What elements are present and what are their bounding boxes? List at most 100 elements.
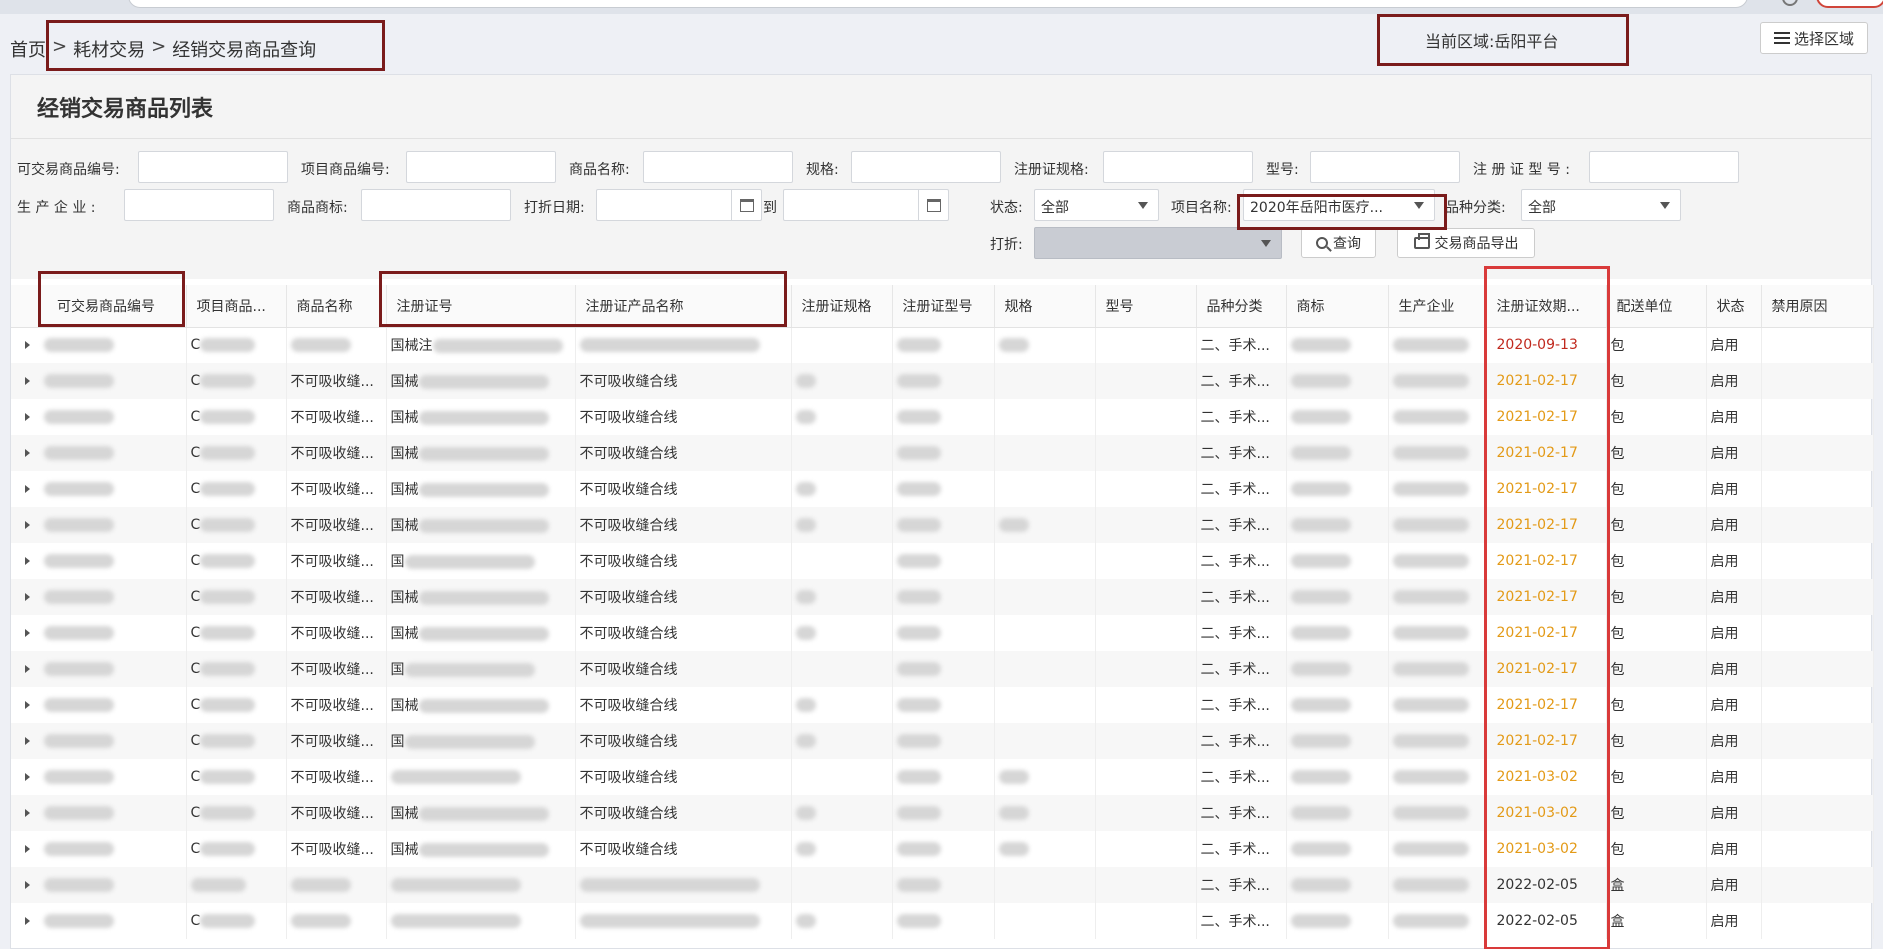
table-row[interactable]: C 不可吸收缝... 国械 不可吸收缝合线 二、手术... 2021-02-17 包 启用 bbox=[11, 471, 1874, 507]
expand-row-icon[interactable] bbox=[25, 845, 30, 853]
date-end-input[interactable] bbox=[783, 189, 949, 221]
cell-tradable-code[interactable] bbox=[11, 615, 187, 651]
cell-tradable-code[interactable] bbox=[11, 687, 187, 723]
col-delivery-unit[interactable]: 配送单位 bbox=[1606, 285, 1707, 328]
model-input[interactable] bbox=[1310, 151, 1460, 183]
spec-input[interactable] bbox=[851, 151, 1001, 183]
col-cert-product-name[interactable]: 注册证产品名称 bbox=[575, 285, 792, 328]
col-cert-no[interactable]: 注册证号 bbox=[386, 285, 576, 328]
expand-row-icon[interactable] bbox=[25, 557, 30, 565]
col-tradable-code[interactable]: 可交易商品编号 bbox=[11, 285, 187, 328]
expand-row-icon[interactable] bbox=[25, 737, 30, 745]
export-button[interactable]: 交易商品导出 bbox=[1397, 228, 1535, 258]
table-row[interactable]: C 不可吸收缝... 国械 不可吸收缝合线 二、手术... 2021-03-02 包 启用 bbox=[11, 795, 1874, 831]
col-brand[interactable]: 商标 bbox=[1286, 285, 1389, 328]
cert-spec-input[interactable] bbox=[1103, 151, 1253, 183]
table-row[interactable]: C 不可吸收缝... 国械 不可吸收缝合线 二、手术... 2021-02-17 包 启用 bbox=[11, 687, 1874, 723]
project-code-text: C bbox=[190, 625, 201, 641]
expand-row-icon[interactable] bbox=[25, 629, 30, 637]
col-cert-spec[interactable]: 注册证规格 bbox=[791, 285, 893, 328]
select-region-button[interactable]: 选择区域 bbox=[1760, 22, 1868, 54]
expand-row-icon[interactable] bbox=[25, 593, 30, 601]
table-row[interactable]: C 不可吸收缝... 国械 不可吸收缝合线 二、手术... 2021-03-02 包 启用 bbox=[11, 831, 1874, 867]
table-row[interactable]: C 不可吸收缝... 不可吸收缝合线 二、手术... 2021-03-02 包 启用 bbox=[11, 759, 1874, 795]
cert-model-input[interactable] bbox=[1589, 151, 1739, 183]
delivery-unit-text: 包 bbox=[1610, 518, 1625, 534]
col-project-code[interactable]: 项目商品... bbox=[186, 285, 287, 328]
cell-tradable-code[interactable] bbox=[11, 507, 187, 543]
breadcrumb-section[interactable]: 耗材交易 bbox=[73, 36, 145, 62]
cell-tradable-code[interactable] bbox=[11, 363, 187, 399]
expand-row-icon[interactable] bbox=[25, 665, 30, 673]
table-row[interactable]: C 不可吸收缝... 国械 不可吸收缝合线 二、手术... 2021-02-17 包 启用 bbox=[11, 435, 1874, 471]
calendar-icon[interactable] bbox=[731, 190, 761, 220]
delivery-unit-text: 包 bbox=[1610, 734, 1625, 750]
table-row[interactable]: C 不可吸收缝... 国械 不可吸收缝合线 二、手术... 2021-02-17 包 启用 bbox=[11, 363, 1874, 399]
cell-tradable-code[interactable] bbox=[11, 471, 187, 507]
col-cert-model[interactable]: 注册证型号 bbox=[892, 285, 995, 328]
expand-row-icon[interactable] bbox=[25, 773, 30, 781]
brand-input[interactable] bbox=[361, 189, 511, 221]
table-row[interactable]: 二、手术... 2022-02-05 盒 启用 bbox=[11, 867, 1874, 903]
table-row[interactable]: C 国械注 二、手术... 2020-09-13 包 启用 bbox=[11, 327, 1874, 363]
table-row[interactable]: C 不可吸收缝... 国械 不可吸收缝合线 二、手术... 2021-02-17 包 启用 bbox=[11, 579, 1874, 615]
product-name-input[interactable] bbox=[643, 151, 793, 183]
table-row[interactable]: C 不可吸收缝... 国械 不可吸收缝合线 二、手术... 2021-02-17 包 启用 bbox=[11, 399, 1874, 435]
cell-tradable-code[interactable] bbox=[11, 327, 187, 363]
status-select[interactable]: 全部 bbox=[1034, 189, 1159, 221]
col-maker[interactable]: 生产企业 bbox=[1388, 285, 1487, 328]
calendar-icon[interactable] bbox=[918, 190, 948, 220]
date-start-input[interactable] bbox=[596, 189, 762, 221]
browser-profile-button[interactable] bbox=[1816, 0, 1883, 8]
col-variety[interactable]: 品种分类 bbox=[1196, 285, 1287, 328]
table-row[interactable]: C 二、手术... 2022-02-05 盒 启用 bbox=[11, 903, 1874, 939]
expand-row-icon[interactable] bbox=[25, 413, 30, 421]
col-product-name[interactable]: 商品名称 bbox=[286, 285, 387, 328]
expand-row-icon[interactable] bbox=[25, 917, 30, 925]
cell-tradable-code[interactable] bbox=[11, 903, 187, 939]
project-select[interactable]: 2020年岳阳市医疗... bbox=[1243, 189, 1435, 221]
tradable-code-input[interactable] bbox=[138, 151, 288, 183]
cert-no-text: 国械 bbox=[390, 842, 419, 858]
cell-cert-product-name: 不可吸收缝合线 bbox=[575, 795, 792, 831]
cell-tradable-code[interactable] bbox=[11, 867, 187, 903]
expand-row-icon[interactable] bbox=[25, 701, 30, 709]
project-code-input[interactable] bbox=[406, 151, 556, 183]
table-row[interactable]: C 不可吸收缝... 国 不可吸收缝合线 二、手术... 2021-02-17 包 启用 bbox=[11, 723, 1874, 759]
table-row[interactable]: C 不可吸收缝... 国 不可吸收缝合线 二、手术... 2021-02-17 包 启用 bbox=[11, 543, 1874, 579]
cell-tradable-code[interactable] bbox=[11, 759, 187, 795]
cell-tradable-code[interactable] bbox=[11, 795, 187, 831]
cell-tradable-code[interactable] bbox=[11, 399, 187, 435]
expand-row-icon[interactable] bbox=[25, 485, 30, 493]
cell-delivery-unit: 包 bbox=[1606, 435, 1707, 471]
cell-tradable-code[interactable] bbox=[11, 435, 187, 471]
cell-cert-model bbox=[892, 651, 995, 687]
cell-tradable-code[interactable] bbox=[11, 651, 187, 687]
col-status[interactable]: 状态 bbox=[1706, 285, 1762, 328]
col-cert-expiry[interactable]: 注册证效期... bbox=[1486, 285, 1607, 328]
cell-tradable-code[interactable] bbox=[11, 543, 187, 579]
breadcrumb-home[interactable]: 首页 bbox=[10, 36, 46, 62]
expand-row-icon[interactable] bbox=[25, 377, 30, 385]
project-select-value: 2020年岳阳市医疗... bbox=[1250, 200, 1383, 216]
expand-row-icon[interactable] bbox=[25, 809, 30, 817]
address-bar[interactable] bbox=[128, 0, 1748, 8]
search-button[interactable]: 查询 bbox=[1301, 228, 1376, 258]
table-row[interactable]: C 不可吸收缝... 国械 不可吸收缝合线 二、手术... 2021-02-17 包 启用 bbox=[11, 507, 1874, 543]
cell-tradable-code[interactable] bbox=[11, 723, 187, 759]
expand-row-icon[interactable] bbox=[25, 881, 30, 889]
col-spec[interactable]: 规格 bbox=[994, 285, 1096, 328]
cell-tradable-code[interactable] bbox=[11, 831, 187, 867]
expand-row-icon[interactable] bbox=[25, 341, 30, 350]
table-row[interactable]: C 不可吸收缝... 国械 不可吸收缝合线 二、手术... 2021-02-17 包 启用 bbox=[11, 615, 1874, 651]
col-disable-reason[interactable]: 禁用原因 bbox=[1761, 285, 1874, 328]
browser-icon[interactable] bbox=[1782, 0, 1798, 6]
cell-tradable-code[interactable] bbox=[11, 579, 187, 615]
expand-row-icon[interactable] bbox=[25, 521, 30, 529]
discount-select[interactable] bbox=[1034, 227, 1282, 259]
col-model[interactable]: 型号 bbox=[1095, 285, 1197, 328]
table-row[interactable]: C 不可吸收缝... 国 不可吸收缝合线 二、手术... 2021-02-17 包 启用 bbox=[11, 651, 1874, 687]
expand-row-icon[interactable] bbox=[25, 449, 30, 457]
maker-input[interactable] bbox=[124, 189, 274, 221]
variety-select[interactable]: 全部 bbox=[1521, 189, 1681, 221]
